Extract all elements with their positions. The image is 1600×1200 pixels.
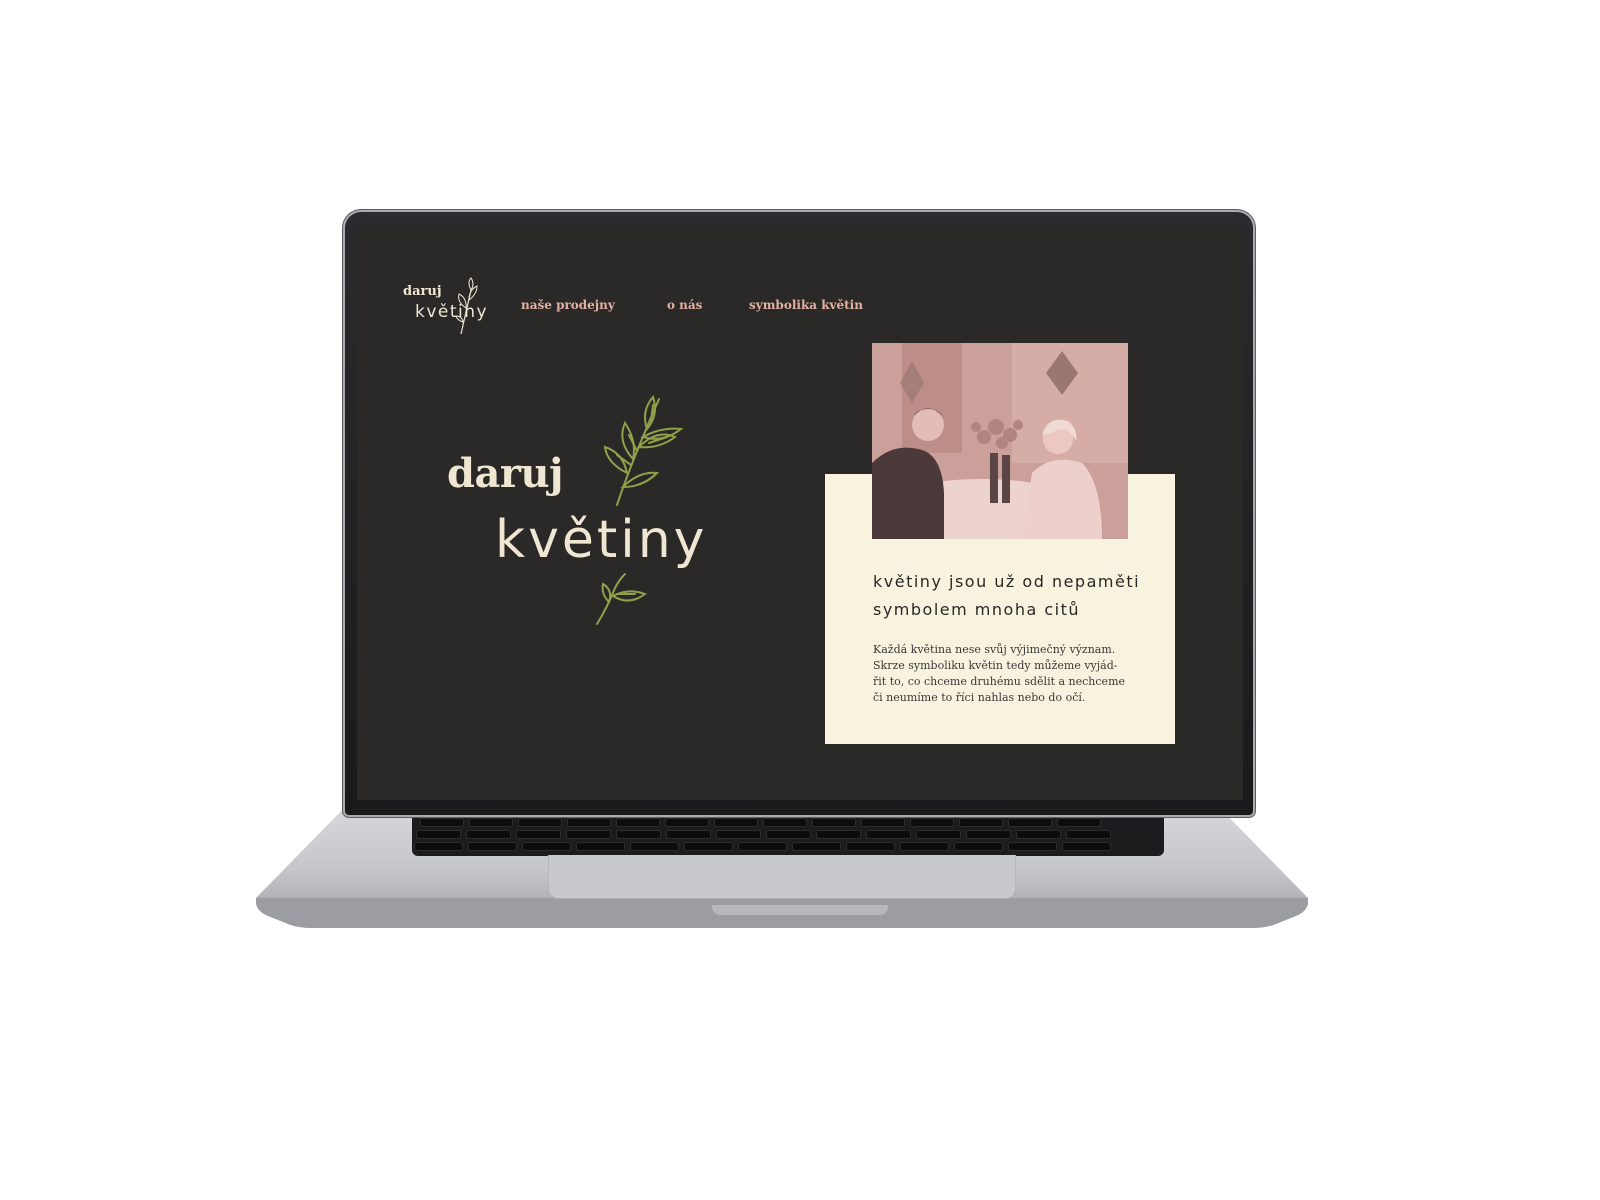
keyboard-key	[566, 830, 611, 839]
keyboard-key	[910, 818, 954, 827]
small-sprig-icon	[455, 277, 478, 335]
keyboard-key	[616, 830, 661, 839]
keyboard-key	[414, 842, 463, 851]
keyboard-key	[1062, 842, 1111, 851]
laptop-screen: daruj květiny naše prodejny o nás symbol…	[357, 228, 1243, 800]
hero-kvetiny: květiny	[495, 510, 708, 570]
keyboard-key	[816, 830, 861, 839]
card-text-line: řit to, co chceme druhému sdělit a nechc…	[873, 675, 1126, 688]
keyboard-key	[469, 818, 513, 827]
keyboard-key	[416, 830, 461, 839]
laptop-mockup-stage: daruj květiny naše prodejny o nás symbol…	[0, 0, 1600, 1200]
keyboard-key	[420, 818, 464, 827]
nav-logo[interactable]: daruj květiny	[403, 276, 493, 346]
keyboard-key	[576, 842, 625, 851]
keyboard-key	[966, 830, 1011, 839]
keyboard-key	[954, 842, 1003, 851]
keyboard-key	[812, 818, 856, 827]
keyboard-key	[666, 830, 711, 839]
leaf-sprig-icon	[603, 395, 684, 506]
keyboard-key	[1008, 818, 1052, 827]
keyboard-key	[900, 842, 949, 851]
keyboard-key	[665, 818, 709, 827]
keyboard-key	[766, 830, 811, 839]
keyboard-key	[684, 842, 733, 851]
keyboard-key	[866, 830, 911, 839]
keyboard-key	[468, 842, 517, 851]
nav-link-symbolika[interactable]: symbolika květin	[749, 298, 863, 312]
small-sprig-icon	[596, 573, 648, 625]
hero-daruj: daruj	[447, 450, 564, 497]
keyboard-key	[1008, 842, 1057, 851]
keyboard-key	[714, 818, 758, 827]
card-title-line1: květiny jsou už od nepaměti	[873, 572, 1141, 591]
keyboard-key	[738, 842, 787, 851]
keyboard-key	[522, 842, 571, 851]
keyboard-key	[846, 842, 895, 851]
card-text-line: Skrze symboliku květin tedy můžeme vyjád…	[873, 659, 1118, 672]
nav-link-o-nas[interactable]: o nás	[667, 298, 702, 312]
keyboard-key	[792, 842, 841, 851]
keyboard-key	[616, 818, 660, 827]
keyboard-key	[916, 830, 961, 839]
keyboard-key	[567, 818, 611, 827]
keyboard-key	[763, 818, 807, 827]
keyboard-key	[716, 830, 761, 839]
card-text-line: Každá květina nese svůj výjimečný význam…	[873, 643, 1116, 656]
website: daruj květiny naše prodejny o nás symbol…	[357, 228, 1243, 800]
keyboard-key	[1057, 818, 1101, 827]
keyboard-key	[1066, 830, 1111, 839]
keyboard-key	[516, 830, 561, 839]
keyboard-key	[861, 818, 905, 827]
front-notch	[712, 905, 888, 915]
keyboard-key	[959, 818, 1003, 827]
trackpad[interactable]	[548, 855, 1016, 899]
card-text-line: či neumíme to říci nahlas nebo do očí.	[873, 691, 1086, 704]
keyboard-key	[466, 830, 511, 839]
card-title-line2: symbolem mnoha citů	[873, 600, 1080, 619]
nav-link-prodejny[interactable]: naše prodejny	[521, 298, 615, 312]
keyboard-key	[518, 818, 562, 827]
nav-logo-daruj: daruj	[403, 284, 442, 299]
keyboard-key	[1016, 830, 1061, 839]
keyboard-key	[630, 842, 679, 851]
card-text: Každá květina nese svůj výjimečný význam…	[873, 642, 1149, 706]
vintage-couple-photo	[872, 343, 1128, 539]
card-title: květiny jsou už od nepaměti symbolem mno…	[873, 568, 1163, 624]
